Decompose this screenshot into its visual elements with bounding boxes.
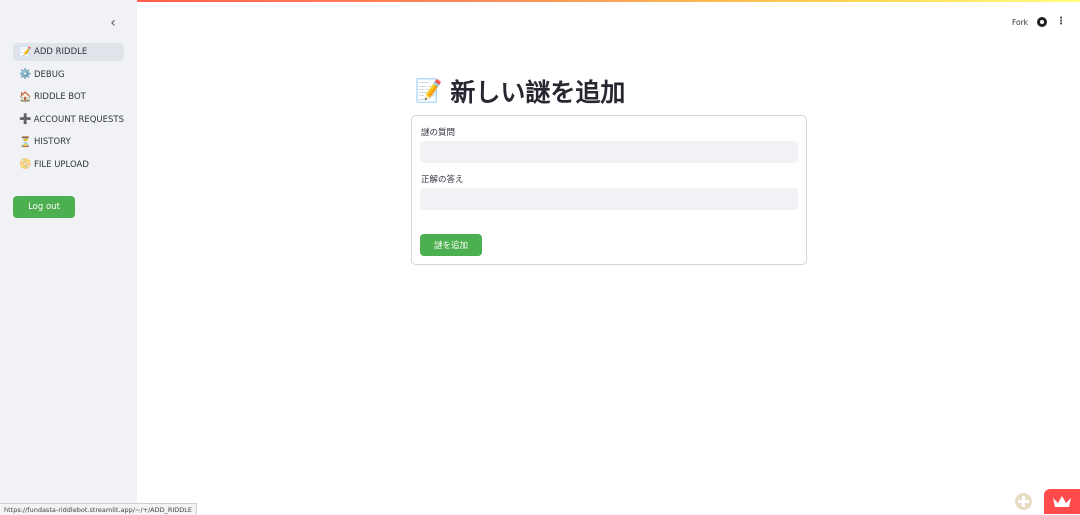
gear-icon: ⚙️ bbox=[19, 69, 32, 80]
sidebar-item-history[interactable]: ⏳ HISTORY bbox=[13, 133, 124, 151]
sidebar-nav: 📝 ADD RIDDLE ⚙️ DEBUG 🏠 RIDDLE BOT ➕ ACC… bbox=[13, 43, 124, 178]
memo-icon: 📝 bbox=[415, 78, 443, 104]
top-decoration-bar bbox=[0, 0, 1080, 2]
fork-link[interactable]: Fork bbox=[1012, 18, 1028, 27]
sidebar-item-label: FILE UPLOAD bbox=[34, 159, 89, 170]
sidebar-item-debug[interactable]: ⚙️ DEBUG bbox=[13, 66, 124, 84]
crown-icon bbox=[1053, 496, 1071, 507]
sidebar-item-label: HISTORY bbox=[34, 137, 71, 147]
answer-input[interactable] bbox=[420, 188, 798, 210]
plus-icon: ➕ bbox=[19, 114, 32, 125]
memo-icon: 📝 bbox=[19, 46, 32, 58]
status-bar-url: https://fundasta-riddlebot.streamlit.app… bbox=[0, 503, 198, 515]
github-icon[interactable] bbox=[1037, 17, 1047, 27]
sidebar-item-add-riddle[interactable]: 📝 ADD RIDDLE bbox=[13, 43, 124, 61]
sidebar: ‹ 📝 ADD RIDDLE ⚙️ DEBUG 🏠 RIDDLE BOT ➕ A… bbox=[0, 0, 137, 514]
question-input[interactable] bbox=[420, 141, 798, 163]
answer-label: 正解の答え bbox=[421, 175, 464, 185]
sidebar-item-label: ADD RIDDLE bbox=[34, 47, 88, 57]
question-label: 謎の質問 bbox=[421, 128, 456, 138]
sidebar-item-label: DEBUG bbox=[34, 69, 65, 80]
page-title: 📝 新しい謎を追加 bbox=[415, 74, 625, 108]
disc-icon: 📀 bbox=[19, 159, 32, 170]
sidebar-item-label: RIDDLE BOT bbox=[34, 92, 86, 102]
collapse-sidebar-icon[interactable]: ‹ bbox=[106, 15, 120, 31]
main-menu-icon[interactable]: ⋮ bbox=[1056, 17, 1066, 27]
sidebar-item-label: ACCOUNT REQUESTS bbox=[33, 114, 124, 125]
sidebar-item-account-requests[interactable]: ➕ ACCOUNT REQUESTS bbox=[13, 111, 124, 129]
page-title-text: 新しい謎を追加 bbox=[450, 78, 626, 107]
add-riddle-form: 謎の質問 正解の答え 謎を追加 bbox=[411, 115, 807, 265]
logout-button[interactable]: Log out bbox=[13, 196, 75, 218]
header-toolbar: Fork ⋮ bbox=[1012, 16, 1066, 28]
sidebar-item-file-upload[interactable]: 📀 FILE UPLOAD bbox=[13, 156, 124, 174]
plus-icon bbox=[1018, 496, 1029, 507]
add-riddle-button[interactable]: 謎を追加 bbox=[420, 234, 482, 256]
sidebar-item-riddle-bot[interactable]: 🏠 RIDDLE BOT bbox=[13, 88, 124, 106]
streamlit-badge[interactable] bbox=[1044, 489, 1080, 514]
house-icon: 🏠 bbox=[19, 91, 32, 103]
hourglass-icon: ⏳ bbox=[19, 136, 32, 148]
manage-app-icon[interactable] bbox=[1015, 493, 1032, 510]
